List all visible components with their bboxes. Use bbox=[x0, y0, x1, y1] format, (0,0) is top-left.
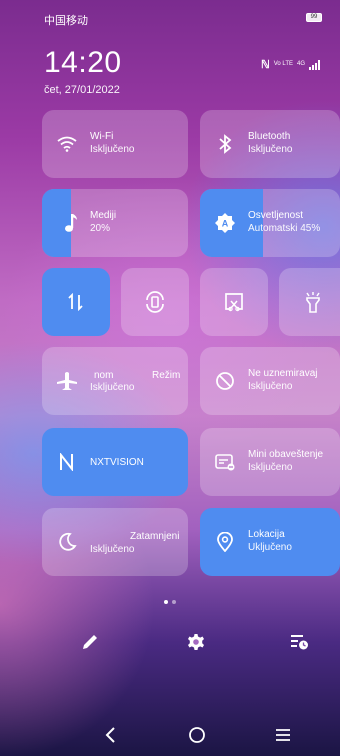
airplane-state: Isključeno bbox=[90, 382, 135, 393]
music-icon bbox=[60, 212, 82, 234]
tile-bluetooth[interactable]: Bluetooth Isključeno bbox=[200, 110, 340, 178]
signal-indicators: ℕ Vo LTE 4G bbox=[261, 58, 320, 71]
tile-wifi[interactable]: Wi-Fi Isključeno bbox=[42, 110, 188, 178]
tile-nxtvision[interactable]: NXTVISION bbox=[42, 428, 188, 496]
tile-location[interactable]: Lokacija Uključeno bbox=[200, 508, 340, 576]
wifi-icon bbox=[56, 133, 78, 155]
wifi-state: Isključeno bbox=[90, 144, 135, 155]
network-type-icon: 4G bbox=[296, 61, 305, 67]
bluetooth-state: Isključeno bbox=[248, 144, 293, 155]
tile-auto-rotate[interactable] bbox=[121, 268, 189, 336]
edit-icon[interactable] bbox=[76, 628, 104, 656]
status-bar: 中国移动 99 bbox=[0, 0, 340, 34]
tile-dark-mode[interactable]: Zatamnjeni Isključeno bbox=[42, 508, 188, 576]
dark-mode-state: Isključeno bbox=[90, 544, 135, 555]
flashlight-icon bbox=[302, 291, 324, 313]
dark-mode-label: Zatamnjeni bbox=[130, 531, 180, 542]
dnd-label: Ne uznemiravaj bbox=[248, 368, 318, 379]
volte-icon: Vo LTE bbox=[273, 61, 293, 67]
clock-date[interactable]: čet, 27/01/2022 bbox=[44, 84, 120, 96]
airplane-label-a: nom bbox=[94, 370, 114, 381]
battery-icon: 99 bbox=[306, 13, 322, 22]
page-dot bbox=[172, 600, 176, 604]
navigation-bar bbox=[0, 720, 340, 750]
back-icon[interactable] bbox=[95, 720, 125, 750]
wifi-label: Wi-Fi bbox=[90, 131, 114, 142]
airplane-icon bbox=[56, 370, 78, 392]
dnd-state: Isključeno bbox=[248, 381, 293, 392]
media-volume-slider[interactable]: Mediji 20% bbox=[42, 189, 188, 257]
location-label: Lokacija bbox=[248, 529, 285, 540]
sort-icon[interactable] bbox=[285, 628, 313, 656]
page-indicator bbox=[0, 600, 340, 604]
tile-mobile-data[interactable] bbox=[42, 268, 110, 336]
tile-mini-notification[interactable]: Mini obaveštenje Isključeno bbox=[200, 428, 340, 496]
mini-label: Mini obaveštenje bbox=[248, 449, 324, 460]
brightness-slider[interactable]: A Osvetljenost Automatski 45% bbox=[200, 189, 340, 257]
menu-icon[interactable] bbox=[268, 720, 298, 750]
airplane-label-b: Režim bbox=[152, 370, 181, 381]
nfc-icon bbox=[56, 451, 78, 473]
data-icon bbox=[65, 291, 87, 313]
media-label: Mediji bbox=[90, 210, 117, 221]
dnd-icon bbox=[214, 370, 236, 392]
moon-icon bbox=[56, 531, 78, 553]
brightness-icon: A bbox=[214, 212, 236, 234]
tile-airplane-mode[interactable]: nom Režim Isključeno bbox=[42, 347, 188, 415]
tile-screenshot[interactable] bbox=[200, 268, 268, 336]
brightness-value: Automatski 45% bbox=[248, 223, 321, 234]
location-state: Uključeno bbox=[248, 542, 292, 553]
media-value: 20% bbox=[90, 223, 111, 234]
svg-text:A: A bbox=[222, 219, 229, 229]
tile-do-not-disturb[interactable]: Ne uznemiravaj Isključeno bbox=[200, 347, 340, 415]
clock-time[interactable]: 14:20 bbox=[44, 46, 122, 80]
screenshot-icon bbox=[223, 291, 245, 313]
signal-icon bbox=[309, 59, 320, 70]
location-icon bbox=[214, 531, 236, 553]
carrier-label: 中国移动 bbox=[44, 15, 88, 27]
brightness-label: Osvetljenost bbox=[248, 210, 304, 221]
rotate-icon bbox=[144, 291, 166, 313]
notification-icon bbox=[214, 451, 236, 473]
mini-state: Isključeno bbox=[248, 462, 293, 473]
home-icon[interactable] bbox=[182, 720, 212, 750]
bluetooth-label: Bluetooth bbox=[248, 131, 291, 142]
gear-icon[interactable] bbox=[182, 628, 210, 656]
nxtvision-label: NXTVISION bbox=[90, 457, 144, 468]
bluetooth-icon bbox=[214, 133, 236, 155]
page-dot-active bbox=[164, 600, 168, 604]
tile-flashlight[interactable] bbox=[279, 268, 340, 336]
quick-settings-toolbar bbox=[0, 628, 340, 658]
nfc-status-icon: ℕ bbox=[260, 59, 270, 71]
